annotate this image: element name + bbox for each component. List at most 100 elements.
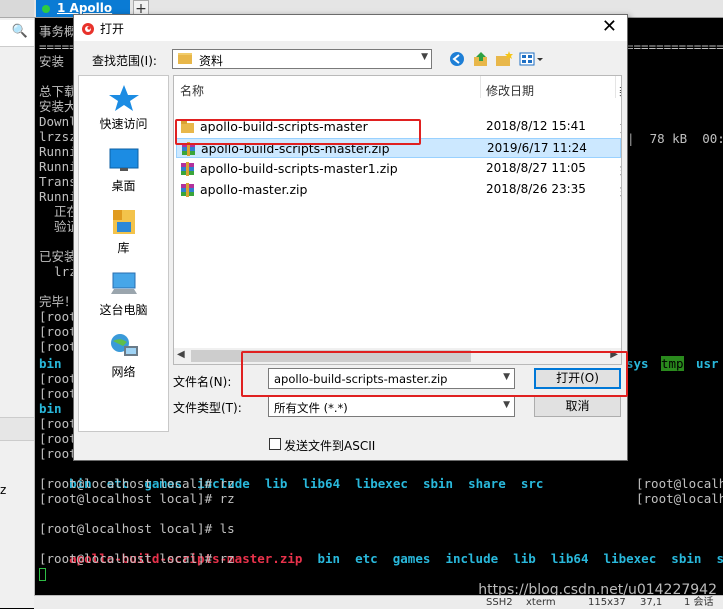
dialog-title-bar: 打开 ✕ xyxy=(74,15,627,41)
terminal-line: Trans xyxy=(39,174,77,189)
ascii-checkbox-label[interactable]: 发送文件到ASCII xyxy=(284,437,375,454)
terminal-line: 总下载 xyxy=(39,84,77,99)
dialog-title: 打开 xyxy=(100,22,125,36)
left-panel-row[interactable] xyxy=(0,417,34,441)
dir-entry: libexec xyxy=(355,476,408,491)
place-label: 网络 xyxy=(111,365,136,379)
file-row[interactable]: apollo-build-scripts-master1.zip 2018/8/2… xyxy=(176,159,621,179)
status-protocol: SSH2 xyxy=(486,597,513,608)
terminal-prompt-fragment: [root@localho xyxy=(636,491,723,506)
dir-tmp: tmp xyxy=(661,356,684,371)
file-row[interactable]: apollo-master.zip 2018/8/26 23:35 好 xyxy=(176,180,621,200)
terminal-line: 安装 xyxy=(39,54,65,69)
terminal-line: 安装大 xyxy=(39,99,77,114)
library-icon xyxy=(113,210,135,234)
terminal-line: [root xyxy=(39,324,77,339)
terminal-line: lrzsz xyxy=(39,129,77,144)
look-in-value: 资料 xyxy=(199,54,224,68)
terminal-line: Runni xyxy=(39,159,77,174)
dir-entry: lib xyxy=(264,476,288,491)
computer-icon xyxy=(111,272,137,294)
terminal-line: [root xyxy=(39,416,77,431)
terminal-line-ls: [root@localhost local]# ls xyxy=(39,521,235,536)
dir-entry: include xyxy=(445,551,499,566)
terminal-line: 完毕！ xyxy=(39,294,77,309)
left-search-box[interactable]: 🔍 xyxy=(0,20,34,47)
app-icon xyxy=(82,23,94,35)
terminal-line: 已安装 xyxy=(39,249,77,264)
dir-entry: games xyxy=(392,551,431,566)
status-term-size: 115x37 xyxy=(588,597,626,608)
look-in-dropdown[interactable]: 资料 ▼ xyxy=(172,49,432,69)
back-icon[interactable] xyxy=(447,50,467,68)
up-folder-icon[interactable] xyxy=(471,50,491,68)
dir-entry: sbin xyxy=(671,551,702,566)
file-date: 2018/8/27 11:05 xyxy=(486,161,586,175)
terminal-line: [root xyxy=(39,446,77,461)
file-name: apollo-build-scripts-master1.zip xyxy=(200,161,398,176)
scroll-left-icon[interactable]: ◀ xyxy=(177,349,185,360)
folder-icon xyxy=(178,53,192,64)
ascii-checkbox[interactable] xyxy=(269,438,281,450)
zip-archive-icon xyxy=(180,162,195,176)
column-divider[interactable] xyxy=(615,76,616,98)
new-folder-icon[interactable] xyxy=(494,50,514,68)
desktop-icon xyxy=(109,148,139,171)
file-type: 好 xyxy=(621,141,622,158)
star-icon xyxy=(109,85,139,111)
sort-indicator-icon: ^ xyxy=(322,75,331,83)
dir-entry: lib xyxy=(513,551,536,566)
left-panel-tab[interactable] xyxy=(0,0,34,18)
left-panel: 🔍 z xyxy=(0,0,35,608)
search-icon[interactable]: 🔍 xyxy=(12,24,28,39)
terminal-line: [root xyxy=(39,431,77,446)
filetype-dropdown[interactable]: 所有文件 (*.*) ▼ xyxy=(268,396,515,417)
dir-entry: lib64 xyxy=(550,551,589,566)
connection-status-icon xyxy=(42,5,50,13)
column-header-type[interactable]: 类 xyxy=(619,82,621,99)
terminal-line: [root xyxy=(39,339,77,354)
terminal-line-rz-2: [root@localhost local]# rz xyxy=(39,491,235,506)
place-label: 快速访问 xyxy=(99,117,148,131)
view-menu-icon[interactable] xyxy=(518,50,544,68)
place-library[interactable]: 库 xyxy=(79,204,168,260)
file-type: 好 xyxy=(620,182,621,199)
file-type: 好 xyxy=(620,161,621,178)
terminal-line: [root xyxy=(39,386,77,401)
place-network[interactable]: 网络 xyxy=(79,328,168,384)
place-this-pc[interactable]: 这台电脑 xyxy=(79,266,168,322)
terminal-line: Runni xyxy=(39,189,77,204)
file-date: 2018/8/26 23:35 xyxy=(486,182,586,196)
dir-entry: etc xyxy=(355,551,378,566)
place-desktop[interactable]: 桌面 xyxy=(79,142,168,198)
cancel-button[interactable]: 取消 xyxy=(534,396,621,417)
terminal-prompt-fragment: [root@localho xyxy=(636,476,723,491)
look-in-label: 查找范围(I): xyxy=(92,54,157,68)
dir-entry: libexec xyxy=(603,551,657,566)
terminal-line: bin xyxy=(39,356,62,371)
filename-label: 文件名(N): xyxy=(173,375,232,389)
column-divider[interactable] xyxy=(480,76,481,98)
place-label: 库 xyxy=(117,241,130,255)
close-icon[interactable]: ✕ xyxy=(602,17,617,37)
transfer-progress-text: | 78 kB 00:0 xyxy=(627,131,723,146)
status-bar: SSH2 xterm 115x37 37,1 1 会话 xyxy=(34,595,723,609)
network-icon xyxy=(111,334,138,356)
places-bar: 快速访问 桌面 库 这台电脑 网络 xyxy=(78,75,169,432)
zip-archive-icon xyxy=(180,183,195,197)
terminal-line: Runni xyxy=(39,144,77,159)
column-header-name[interactable]: 名称 xyxy=(180,82,204,99)
filetype-label: 文件类型(T): xyxy=(173,401,242,415)
status-terminal-type: xterm xyxy=(526,597,556,608)
dir-entry: sbin xyxy=(422,476,454,491)
place-quick-access[interactable]: 快速访问 xyxy=(79,80,168,136)
terminal-line-rz-1: [root@localhost local]# rz xyxy=(39,476,235,491)
terminal-cursor xyxy=(39,568,46,581)
terminal-line: [root xyxy=(39,371,77,386)
dir-sys: sys xyxy=(626,356,649,371)
terminal-line: 事务概 xyxy=(39,24,77,39)
highlight-box-file xyxy=(175,119,421,145)
dir-entry: share xyxy=(468,476,506,491)
dir-entry: share xyxy=(716,551,723,566)
column-header-date[interactable]: 修改日期 xyxy=(486,82,534,99)
